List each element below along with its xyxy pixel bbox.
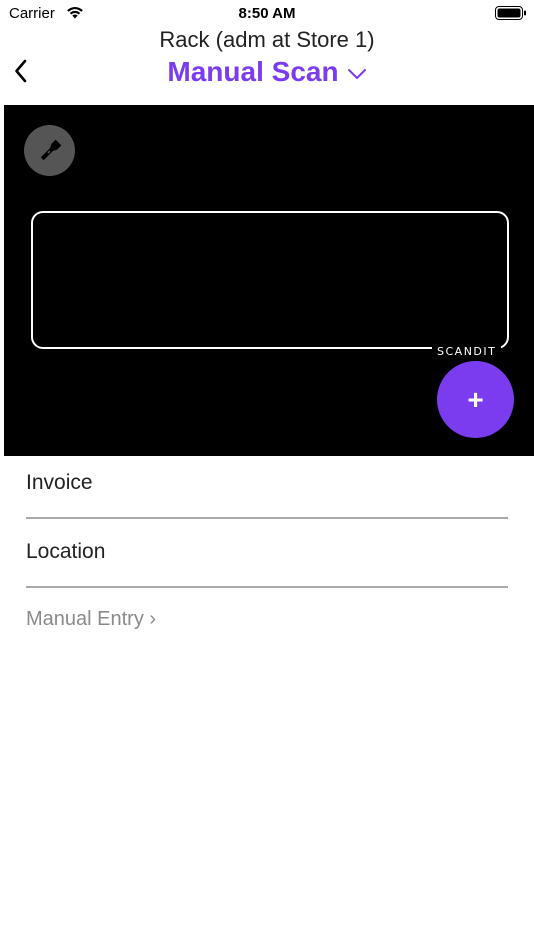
manual-entry-link[interactable]: Manual Entry ›: [26, 608, 156, 631]
page-title: Manual Scan: [167, 56, 339, 87]
status-bar: Carrier 8:50 AM: [0, 0, 534, 28]
scan-viewfinder: [31, 211, 509, 349]
chevron-down-icon: [347, 69, 366, 79]
camera-preview: SCANDIT +: [4, 105, 534, 456]
add-button[interactable]: +: [437, 361, 514, 438]
nav-subtitle: Rack (adm at Store 1): [159, 27, 375, 52]
location-field[interactable]: Location: [26, 526, 508, 588]
status-time: 8:50 AM: [238, 5, 296, 22]
scandit-logo: SCANDIT: [432, 345, 502, 358]
flashlight-button[interactable]: [24, 125, 75, 176]
battery-icon: [495, 6, 526, 20]
invoice-field[interactable]: Invoice: [26, 457, 508, 519]
scan-mode-selector[interactable]: Manual Scan: [0, 56, 534, 88]
flashlight-icon: [40, 139, 61, 160]
location-label: Location: [26, 540, 106, 563]
invoice-label: Invoice: [26, 471, 93, 494]
